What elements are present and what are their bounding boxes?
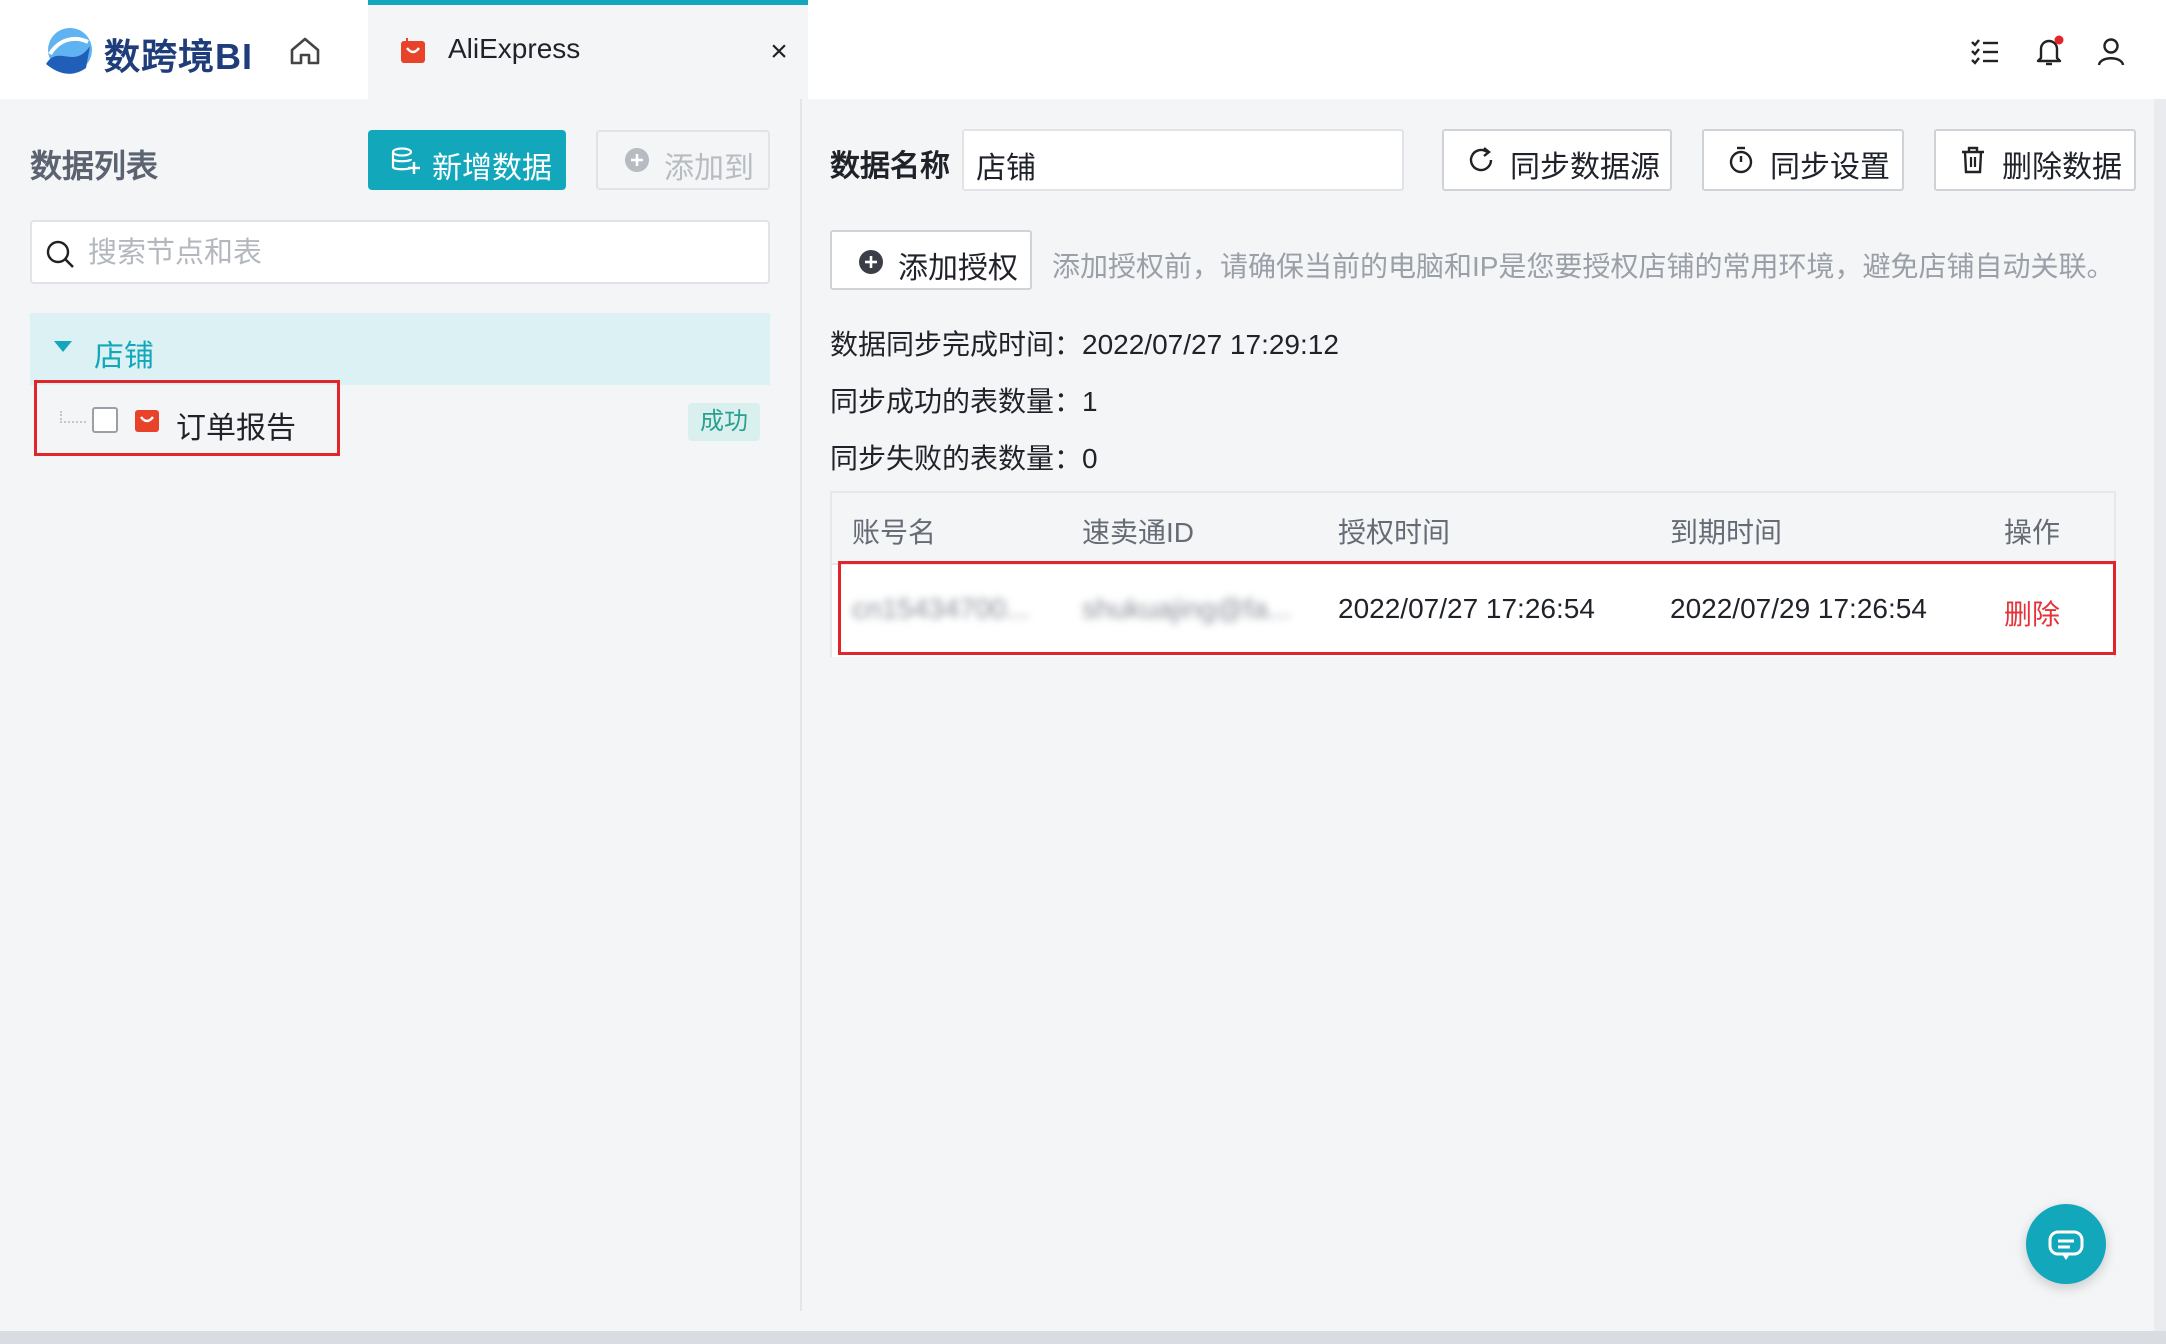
data-name-value: 店铺 (976, 152, 1036, 185)
table-row: cn15434700... shukuajing@fa... 2022/07/2… (832, 565, 2114, 657)
sync-settings-label: 同步设置 (1770, 151, 1890, 184)
search-icon (46, 240, 74, 268)
authorization-hint: 添加授权前，请确保当前的电脑和IP是您要授权店铺的常用环境，避免店铺自动关联。 (1052, 251, 2115, 282)
column-header: 操作 (2004, 517, 2061, 548)
tab-label: AliExpress (448, 33, 581, 64)
tree-item-order-report[interactable]: 订单报告 成功 (30, 385, 770, 457)
auth-time-cell: 2022/07/27 17:26:54 (1338, 593, 1595, 624)
panel-title: 数据列表 (30, 148, 159, 184)
top-bar: 数跨境BI AliExpress × (0, 0, 2166, 99)
add-to-label: 添加到 (664, 152, 754, 185)
user-icon[interactable] (2094, 34, 2128, 68)
tab-aliexpress[interactable]: AliExpress × (368, 0, 808, 99)
database-add-icon (391, 147, 420, 174)
search-box (30, 220, 770, 284)
add-data-label: 新增数据 (432, 152, 552, 185)
add-to-button[interactable]: 添加到 (596, 130, 770, 190)
plus-circle-icon (859, 250, 883, 274)
order-report-checkbox[interactable] (92, 407, 118, 433)
sync-success-value: 1 (1082, 386, 1098, 417)
app-window: 数跨境BI AliExpress × 数据列表 新增数据 添加到 搜索节点和表 … (0, 0, 2166, 1344)
sync-fail-info: 同步失败的表数量：0 (830, 437, 1098, 477)
home-icon[interactable] (286, 32, 324, 70)
bell-icon[interactable] (2032, 34, 2066, 68)
window-bottom-edge (0, 1331, 2166, 1344)
sync-settings-button[interactable]: 同步设置 (1702, 129, 1904, 191)
sync-source-label: 同步数据源 (1510, 151, 1660, 184)
data-list-panel: 数据列表 新增数据 添加到 搜索节点和表 店铺 订单报告 成功 (0, 99, 800, 1331)
sync-time-label: 数据同步完成时间： (830, 329, 1083, 360)
logo-text: 数跨境BI (104, 36, 254, 77)
sync-fail-label: 同步失败的表数量： (830, 443, 1083, 474)
table-header: 账号名 速卖通ID 授权时间 到期时间 操作 (832, 493, 2114, 565)
trash-icon (1962, 146, 1984, 174)
aliexpress-icon (401, 38, 425, 63)
data-name-field[interactable]: 店铺 (962, 129, 1404, 191)
add-authorization-label: 添加授权 (898, 252, 1018, 285)
aliexpress-id-cell: shukuajing@fa... (1082, 593, 1291, 624)
scrollbar-track[interactable] (2154, 99, 2166, 1331)
column-header: 到期时间 (1670, 517, 1783, 548)
delete-data-button[interactable]: 删除数据 (1934, 129, 2136, 191)
sync-time-info: 数据同步完成时间：2022/07/27 17:29:12 (830, 323, 1339, 363)
plus-circle-icon (625, 148, 649, 172)
authorization-table: 账号名 速卖通ID 授权时间 到期时间 操作 cn15434700... shu… (830, 491, 2116, 657)
sync-source-button[interactable]: 同步数据源 (1442, 129, 1672, 191)
chat-icon (2048, 1230, 2084, 1260)
account-name-cell: cn15434700... (852, 593, 1030, 624)
delete-data-label: 删除数据 (2002, 151, 2122, 184)
add-data-button[interactable]: 新增数据 (368, 130, 566, 190)
sync-success-info: 同步成功的表数量：1 (830, 380, 1098, 420)
logo-icon (46, 28, 92, 74)
status-badge: 成功 (688, 403, 760, 441)
chat-support-button[interactable] (2026, 1204, 2106, 1284)
sync-success-label: 同步成功的表数量： (830, 386, 1083, 417)
tree-node-label: 店铺 (94, 340, 154, 373)
sync-time-value: 2022/07/27 17:29:12 (1082, 329, 1339, 360)
tree-item-label: 订单报告 (176, 412, 296, 445)
column-header: 账号名 (852, 517, 937, 548)
refresh-icon (1469, 147, 1493, 172)
tree-connector (60, 421, 86, 423)
column-header: 速卖通ID (1082, 517, 1195, 548)
caret-down-icon[interactable] (54, 341, 72, 352)
detail-panel: 数据名称 店铺 同步数据源 同步设置 删除数据 添加授权 添加授权前，请确保当前… (802, 99, 2166, 1331)
close-icon[interactable]: × (764, 37, 794, 67)
timer-icon (1729, 146, 1753, 174)
add-authorization-button[interactable]: 添加授权 (830, 230, 1032, 290)
tree-node-shop[interactable]: 店铺 (30, 313, 770, 385)
aliexpress-icon (135, 410, 159, 432)
data-name-label: 数据名称 (830, 150, 950, 183)
column-header: 授权时间 (1338, 517, 1451, 548)
search-input[interactable] (86, 230, 750, 276)
delete-row-link[interactable]: 删除 (2004, 593, 2060, 633)
sync-fail-value: 0 (1082, 443, 1098, 474)
expire-time-cell: 2022/07/29 17:26:54 (1670, 593, 1927, 624)
task-list-icon[interactable] (1968, 34, 2002, 68)
